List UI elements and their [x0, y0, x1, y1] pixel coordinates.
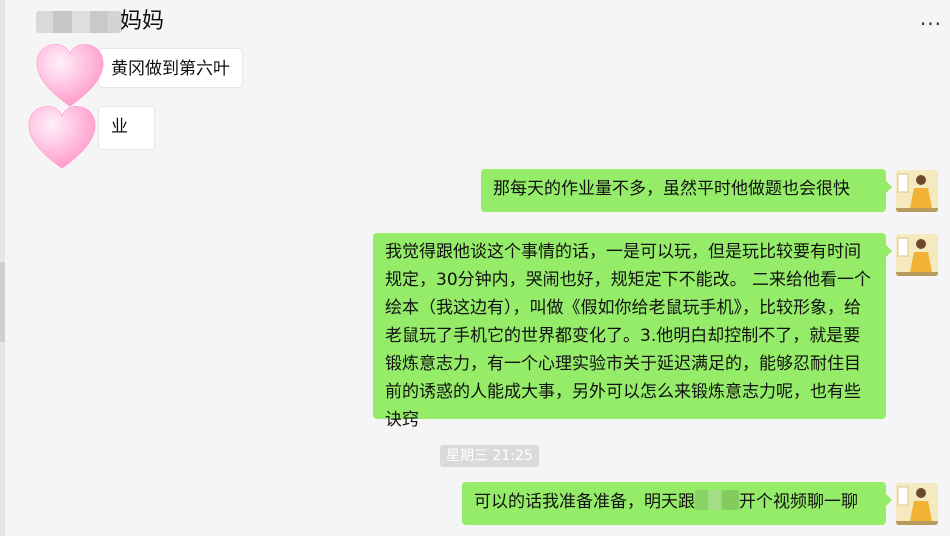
chat-header: 妈妈 ...: [0, 0, 950, 44]
message-text: 业: [111, 117, 128, 137]
blurred-name: [36, 11, 122, 33]
chat-title: 妈妈: [36, 6, 164, 38]
avatar[interactable]: [896, 234, 938, 276]
message-text: 我觉得跟他谈这个事情的话，一是可以玩，但是玩比较要有时间规定，30分钟内，哭闹也…: [385, 242, 872, 430]
message-text-part1: 可以的话我准备准备，明天跟: [474, 492, 695, 512]
incoming-message[interactable]: 黄冈做到第六叶: [98, 48, 243, 88]
scrollbar-track[interactable]: [0, 0, 5, 536]
outgoing-message[interactable]: 我觉得跟他谈这个事情的话，一是可以玩，但是玩比较要有时间规定，30分钟内，哭闹也…: [373, 233, 892, 430]
heart-sticker-icon: [28, 105, 96, 169]
girl-avatar-icon: [896, 483, 938, 525]
message-text: 黄冈做到第六叶: [111, 59, 230, 79]
scrollbar-thumb[interactable]: [0, 262, 5, 342]
avatar[interactable]: [896, 483, 938, 525]
message-text: 那每天的作业量不多，虽然平时他做题也会很快: [493, 179, 850, 199]
incoming-message[interactable]: 业: [98, 106, 155, 150]
message-timestamp: 星期三 21:25: [440, 445, 539, 467]
girl-avatar-icon: [896, 170, 938, 212]
outgoing-message[interactable]: 那每天的作业量不多，虽然平时他做题也会很快: [481, 169, 892, 212]
outgoing-message[interactable]: 可以的话我准备准备，明天跟 开个视频聊一聊: [462, 482, 892, 525]
message-text-part2: 开个视频聊一聊: [739, 492, 858, 512]
blurred-name: [695, 490, 739, 510]
avatar[interactable]: [896, 170, 938, 212]
girl-avatar-icon: [896, 234, 938, 276]
chat-title-text: 妈妈: [120, 9, 165, 34]
more-options-button[interactable]: ...: [920, 8, 942, 28]
